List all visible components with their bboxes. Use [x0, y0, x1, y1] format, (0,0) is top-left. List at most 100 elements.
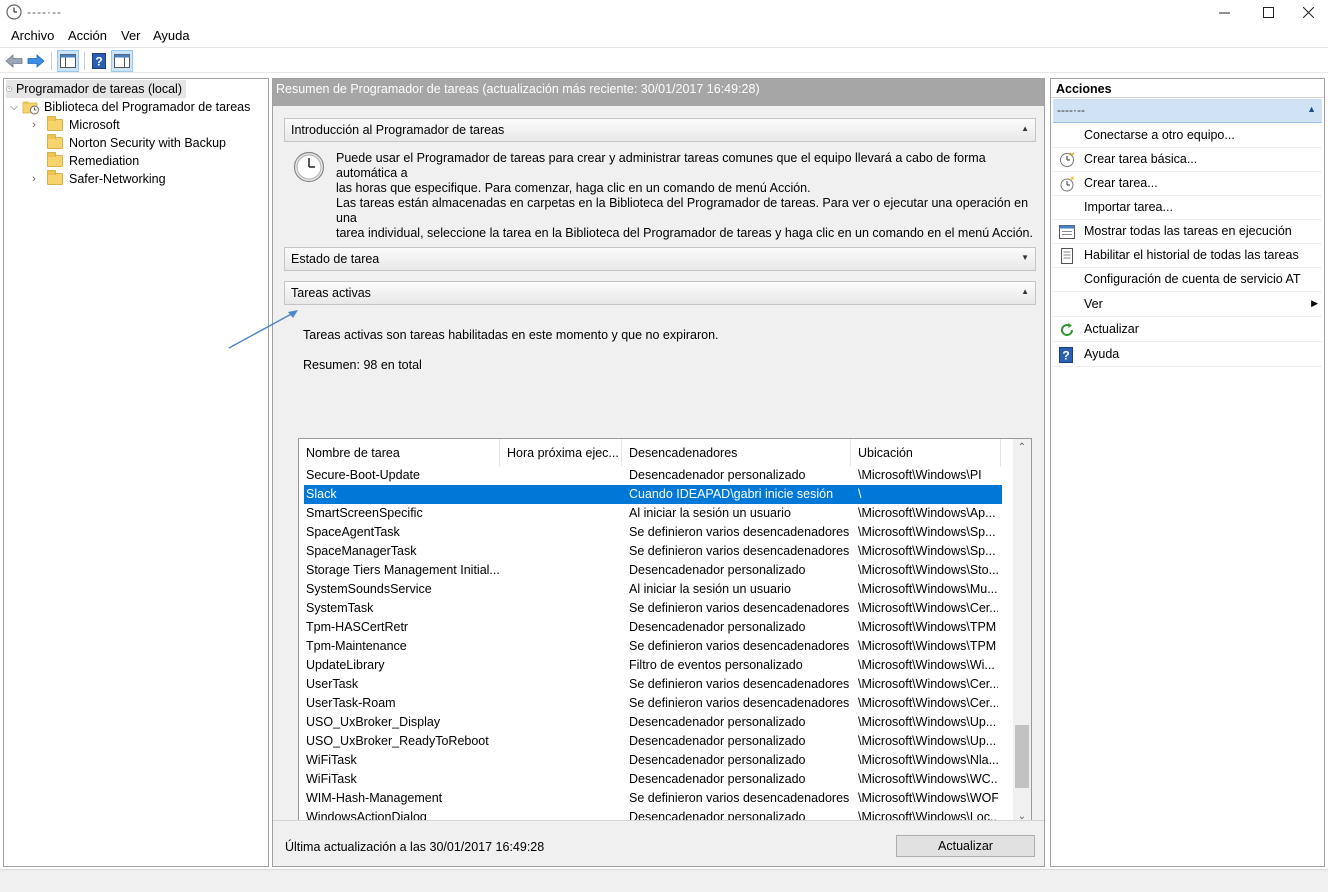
- maximize-button[interactable]: [1246, 0, 1291, 25]
- actions-subheader[interactable]: ----·-- ▲: [1053, 99, 1322, 123]
- maximize-icon: [1263, 7, 1274, 18]
- table-row[interactable]: UserTask-Roam Se definieron varios desenc…: [304, 694, 1002, 713]
- tree-item-label: Remediation: [69, 154, 140, 168]
- tree-item-library[interactable]: ⌵ Biblioteca del Programador de tareas: [8, 98, 250, 116]
- table-row[interactable]: USO_UxBroker_ReadyToReboot Desencadenador…: [304, 732, 1002, 751]
- svg-text:?: ?: [95, 55, 102, 69]
- action-item[interactable]: Actualizar: [1053, 318, 1322, 342]
- table-row[interactable]: UpdateLibrary Filtro de eventos personali…: [304, 656, 1002, 675]
- tree-item-norton[interactable]: Norton Security with Backup: [40, 134, 226, 152]
- status-bar: [0, 869, 1328, 892]
- back-button[interactable]: [3, 50, 25, 72]
- svg-text:?: ?: [1062, 349, 1069, 363]
- table-row[interactable]: SpaceManagerTask Se definieron varios des…: [304, 542, 1002, 561]
- cell-name: USO_UxBroker_ReadyToReboot: [306, 734, 489, 748]
- action-item[interactable]: Habilitar el historial de todas las tare…: [1053, 244, 1322, 268]
- intro-text-line: las horas que especifique. Para comenzar…: [336, 181, 811, 195]
- scrollbar-thumb[interactable]: [1015, 725, 1029, 788]
- table-row[interactable]: Storage Tiers Management Initial... Desen…: [304, 561, 1002, 580]
- cell-name: UserTask-Roam: [306, 696, 396, 710]
- vertical-scrollbar[interactable]: ⌃ ⌄: [1013, 439, 1031, 826]
- column-header-triggers[interactable]: Desencadenadores: [622, 439, 851, 466]
- minimize-button[interactable]: [1202, 0, 1247, 25]
- action-label: Actualizar: [1084, 322, 1139, 336]
- column-header-next-run[interactable]: Hora próxima ejec...: [500, 439, 622, 466]
- table-row[interactable]: SpaceAgentTask Se definieron varios desen…: [304, 523, 1002, 542]
- menu-ayuda[interactable]: Ayuda: [153, 28, 190, 43]
- table-row[interactable]: UserTask Se definieron varios desencadena…: [304, 675, 1002, 694]
- tree-item-label: Safer-Networking: [69, 172, 166, 186]
- table-row[interactable]: WiFiTask Desencadenador personalizado \Mic…: [304, 751, 1002, 770]
- section-intro-header[interactable]: Introducción al Programador de tareas ▲: [284, 118, 1036, 142]
- expand-arrow-icon[interactable]: ▼: [1021, 253, 1029, 262]
- help-icon: ?: [92, 53, 106, 69]
- help-button[interactable]: ?: [88, 50, 110, 72]
- collapse-arrow-icon[interactable]: ▲: [1021, 124, 1029, 133]
- show-hide-action-pane-button[interactable]: [111, 50, 133, 72]
- action-label: Ayuda: [1084, 347, 1120, 361]
- section-status-header[interactable]: Estado de tarea ▼: [284, 247, 1036, 271]
- close-button[interactable]: [1286, 0, 1328, 25]
- chevron-down-icon[interactable]: ⌵: [8, 98, 20, 116]
- action-item[interactable]: Importar tarea...: [1053, 196, 1322, 220]
- table-row[interactable]: Secure-Boot-Update Desencadenador persona…: [304, 466, 1002, 485]
- actions-subheader-label: ----·--: [1057, 103, 1085, 117]
- window-title: ----·--: [27, 5, 62, 19]
- action-item[interactable]: Configuración de cuenta de servicio AT: [1053, 268, 1322, 292]
- table-row[interactable]: SystemTask Se definieron varios desencade…: [304, 599, 1002, 618]
- cell-name: UserTask: [306, 677, 359, 691]
- intro-paragraph-1: Puede usar el Programador de tareas para…: [336, 151, 1036, 196]
- table-row[interactable]: SmartScreenSpecific Al iniciar la sesión …: [304, 504, 1002, 523]
- chevron-right-icon[interactable]: ›: [28, 170, 40, 188]
- folder-icon: [47, 134, 63, 149]
- intro-text-line: tarea individual, seleccione la tarea en…: [336, 226, 1033, 240]
- table-row[interactable]: SystemSoundsService Al iniciar la sesión …: [304, 580, 1002, 599]
- action-item[interactable]: Mostrar todas las tareas en ejecución: [1053, 220, 1322, 244]
- action-item[interactable]: Conectarse a otro equipo...: [1053, 124, 1322, 148]
- table-row[interactable]: USO_UxBroker_Display Desencadenador perso…: [304, 713, 1002, 732]
- section-active-header[interactable]: Tareas activas ▲: [284, 281, 1036, 305]
- show-hide-tree-icon: [60, 54, 76, 68]
- table-row[interactable]: WIM-Hash-Management Se definieron varios …: [304, 789, 1002, 808]
- table-header: Nombre de tarea Hora próxima ejec... Des…: [299, 439, 1013, 466]
- refresh-button[interactable]: Actualizar: [896, 835, 1035, 857]
- collapse-arrow-icon[interactable]: ▲: [1021, 287, 1029, 296]
- cell-triggers: Cuando IDEAPAD\gabri inicie sesión: [629, 487, 834, 501]
- history-icon: [1059, 248, 1075, 264]
- table-row[interactable]: Tpm-Maintenance Se definieron varios dese…: [304, 637, 1002, 656]
- menu-archivo[interactable]: Archivo: [11, 28, 54, 43]
- column-header-name[interactable]: Nombre de tarea: [299, 439, 500, 466]
- table-row[interactable]: Tpm-HASCertRetr Desencadenador personaliz…: [304, 618, 1002, 637]
- collapse-arrow-icon[interactable]: ▲: [1307, 104, 1316, 114]
- action-item[interactable]: Ver ▶: [1053, 293, 1322, 317]
- chevron-right-icon[interactable]: ›: [28, 116, 40, 134]
- summary-footer: Última actualización a las 30/01/2017 16…: [273, 820, 1044, 866]
- tree-root-task-scheduler[interactable]: Programador de tareas (local): [6, 80, 186, 98]
- table-row[interactable]: Slack Cuando IDEAPAD\gabri inicie sesión \: [304, 485, 1002, 504]
- last-update-text: Última actualización a las 30/01/2017 16…: [285, 840, 545, 854]
- title-bar: ----·--: [0, 0, 1328, 25]
- cell-name: WIM-Hash-Management: [306, 791, 443, 805]
- active-tasks-table[interactable]: Nombre de tarea Hora próxima ejec... Des…: [298, 438, 1032, 827]
- tree-item-remediation[interactable]: Remediation: [40, 152, 139, 170]
- cell-location: \Microsoft\Windows\WOF: [858, 791, 998, 805]
- menu-ver[interactable]: Ver: [121, 28, 141, 43]
- tree-item-label: Norton Security with Backup: [69, 136, 227, 150]
- menu-accion[interactable]: Acción: [68, 28, 107, 43]
- action-item[interactable]: Crear tarea...: [1053, 172, 1322, 196]
- column-header-location[interactable]: Ubicación: [851, 439, 1001, 466]
- table-row[interactable]: WiFiTask Desencadenador personalizado \Mic…: [304, 770, 1002, 789]
- cell-name: Storage Tiers Management Initial...: [306, 563, 500, 577]
- tree-item-microsoft[interactable]: › Microsoft: [28, 116, 120, 134]
- show-hide-console-tree-button[interactable]: [57, 50, 79, 72]
- intro-paragraph-2: Las tareas están almacenadas en carpetas…: [336, 196, 1036, 241]
- tree-item-safer-networking[interactable]: › Safer-Networking: [28, 170, 166, 188]
- cell-location: \Microsoft\Windows\TPM: [858, 620, 997, 634]
- library-folder-clock-icon: [22, 101, 39, 115]
- cell-location: \Microsoft\Windows\Up...: [858, 715, 997, 729]
- action-item[interactable]: ? Ayuda: [1053, 343, 1322, 367]
- forward-button[interactable]: [25, 50, 47, 72]
- action-item[interactable]: Crear tarea básica...: [1053, 148, 1322, 172]
- scroll-up-icon[interactable]: ⌃: [1013, 439, 1031, 457]
- help-icon: ?: [1059, 347, 1075, 363]
